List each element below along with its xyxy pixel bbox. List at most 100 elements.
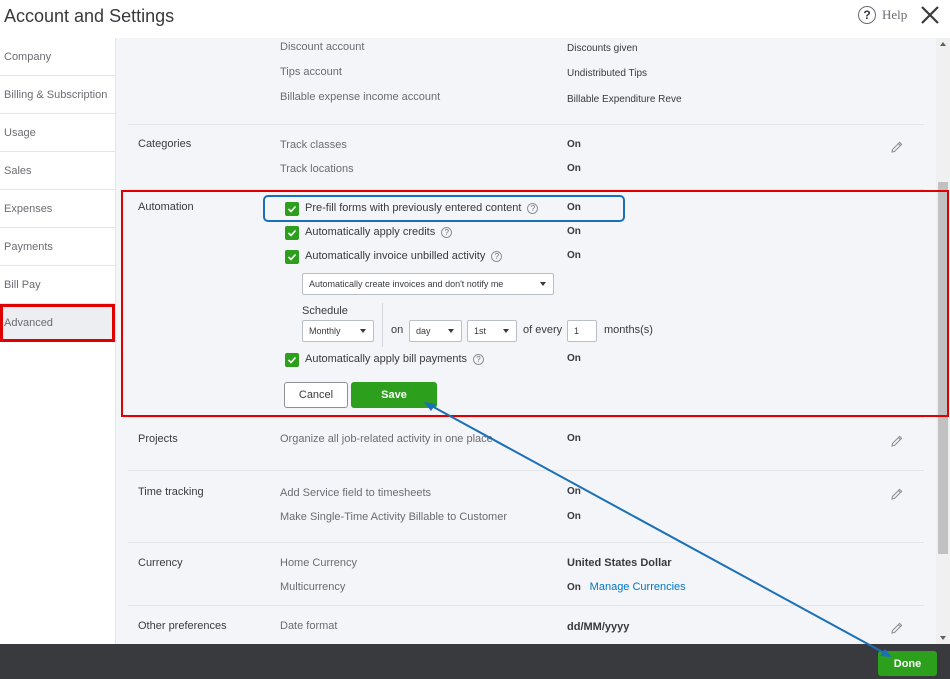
question-icon[interactable]: ? [441,226,453,238]
caret-down-icon [360,329,366,333]
help-button[interactable]: ? Help [858,6,907,24]
invoice-value: On [567,250,581,261]
discount-account-label: Discount account [280,41,365,53]
checkbox-checked-icon [287,229,297,237]
pencil-icon[interactable] [890,487,904,501]
page-title: Account and Settings [4,6,175,26]
question-icon[interactable]: ? [491,250,503,262]
sidebar: Company Billing & Subscription Usage Sal… [0,38,116,644]
cancel-button[interactable]: Cancel [284,382,348,408]
prefill-value: On [567,202,581,213]
sidebar-item-payments[interactable]: Payments [0,228,115,266]
single-time-label: Make Single-Time Activity Billable to Cu… [280,511,508,523]
sidebar-item-usage[interactable]: Usage [0,114,115,152]
bill-payments-label: Automatically apply bill payments ? [305,353,485,365]
checkbox-checked-icon [287,253,297,261]
settings-content: Discount account Discounts given Tips ac… [116,38,936,644]
ordinal-select[interactable]: 1st [467,320,517,342]
other-preferences-section[interactable]: Other preferences Date format dd/MM/yyyy [128,606,924,644]
scrollbar-thumb[interactable] [938,182,948,554]
question-icon[interactable]: ? [473,353,485,365]
sidebar-item-bill-pay[interactable]: Bill Pay [0,266,115,304]
billable-account-value: Billable Expenditure Reve [567,94,682,105]
frequency-select[interactable]: Monthly [302,320,374,342]
discount-account-value: Discounts given [567,43,638,54]
sidebar-item-advanced[interactable]: Advanced [0,304,115,342]
interval-input[interactable]: 1 [567,320,597,342]
automation-section: Automation Pre-fill forms with previousl… [120,190,936,417]
of-every-label: of every [523,324,563,336]
bill-payments-value: On [567,353,581,364]
question-icon[interactable]: ? [527,202,539,214]
scroll-down-icon[interactable] [940,636,946,640]
ordinal-value: 1st [474,326,487,336]
projects-value: On [567,433,581,444]
categories-section[interactable]: Categories Track classes On Track locati… [128,125,924,190]
other-preferences-label: Other preferences [138,620,227,632]
single-time-value: On [567,511,581,522]
sidebar-item-expenses[interactable]: Expenses [0,190,115,228]
multicurrency-value: On [567,582,581,593]
tips-account-value: Undistributed Tips [567,68,648,79]
invoice-checkbox[interactable] [285,250,299,264]
pencil-icon[interactable] [890,434,904,448]
home-currency-label: Home Currency [280,557,358,569]
track-classes-label: Track classes [280,139,347,151]
invoice-mode-select[interactable]: Automatically create invoices and don't … [302,273,554,295]
track-locations-label: Track locations [280,163,354,175]
on-label: on [391,324,404,336]
schedule-divider [382,303,383,347]
prefill-checkbox[interactable] [285,202,299,216]
credits-value: On [567,226,581,237]
service-field-label: Add Service field to timesheets [280,487,432,499]
caret-down-icon [540,282,546,286]
checkbox-checked-icon [287,356,297,364]
months-label: months(s) [604,324,653,336]
scroll-up-icon[interactable] [940,42,946,46]
footer-bar: Done [0,644,950,679]
prefill-label: Pre-fill forms with previously entered c… [305,202,539,214]
close-icon[interactable] [918,3,942,27]
tips-account-label: Tips account [280,66,342,78]
time-tracking-section[interactable]: Time tracking Add Service field to times… [128,471,924,543]
settings-window: Account and Settings ? Help Company Bill… [0,0,950,679]
prefill-text: Pre-fill forms with previously entered c… [305,202,522,214]
frequency-value: Monthly [309,326,341,336]
time-tracking-label: Time tracking [138,486,204,498]
track-classes-value: On [567,139,581,150]
currency-section: Currency Home Currency United States Dol… [128,543,924,606]
sidebar-item-company[interactable]: Company [0,38,115,76]
pencil-icon[interactable] [890,621,904,635]
bill-payments-checkbox[interactable] [285,353,299,367]
done-button[interactable]: Done [878,651,937,676]
help-label: Help [882,7,908,22]
save-button[interactable]: Save [351,382,437,408]
date-format-value: dd/MM/yyyy [567,621,630,633]
credits-checkbox[interactable] [285,226,299,240]
header: Account and Settings ? Help [0,0,950,36]
schedule-label: Schedule [302,305,348,317]
day-value: day [416,326,431,336]
sidebar-item-billing[interactable]: Billing & Subscription [0,76,115,114]
multicurrency-label: Multicurrency [280,581,346,593]
projects-label: Projects [138,433,178,445]
day-select[interactable]: day [409,320,462,342]
invoice-text: Automatically invoice unbilled activity [305,250,486,262]
bill-payments-text: Automatically apply bill payments [305,353,468,365]
automation-label: Automation [138,201,194,213]
projects-field: Organize all job-related activity in one… [280,433,493,445]
sidebar-item-sales[interactable]: Sales [0,152,115,190]
currency-label: Currency [138,557,183,569]
invoice-label: Automatically invoice unbilled activity … [305,250,503,262]
projects-section[interactable]: Projects Organize all job-related activi… [128,417,924,471]
accounts-section: Discount account Discounts given Tips ac… [128,38,924,125]
home-currency-value: United States Dollar [567,557,672,569]
categories-label: Categories [138,138,192,150]
manage-currencies-link[interactable]: Manage Currencies [590,581,686,593]
caret-down-icon [503,329,509,333]
pencil-icon[interactable] [890,140,904,154]
multicurrency-value-wrap: On Manage Currencies [567,581,686,593]
track-locations-value: On [567,163,581,174]
caret-down-icon [448,329,454,333]
vertical-scrollbar[interactable] [936,38,950,644]
